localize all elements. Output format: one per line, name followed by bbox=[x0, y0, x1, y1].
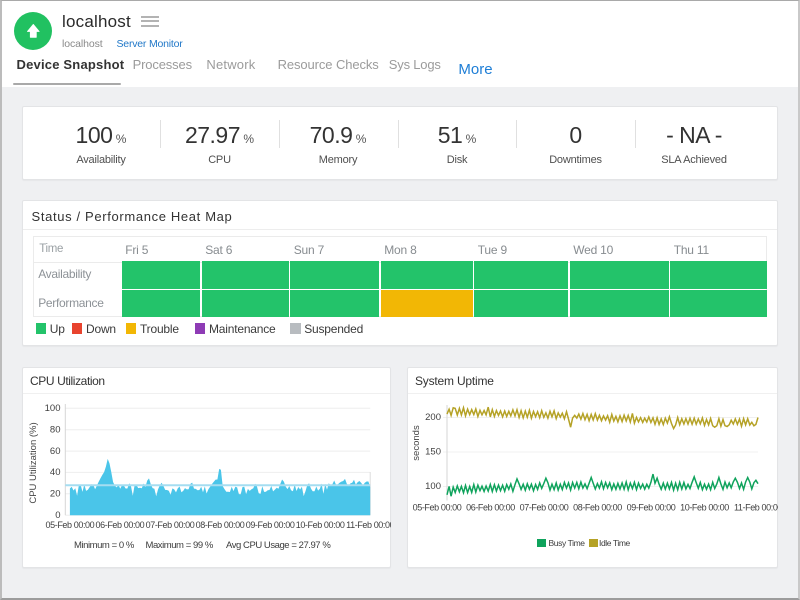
svg-text:100: 100 bbox=[44, 403, 60, 414]
svg-text:100: 100 bbox=[425, 481, 441, 492]
svg-text:09-Feb 00:00: 09-Feb 00:00 bbox=[245, 520, 294, 530]
svg-text:80: 80 bbox=[49, 425, 60, 436]
svg-text:09-Feb 00:00: 09-Feb 00:00 bbox=[627, 503, 676, 513]
svg-text:20: 20 bbox=[49, 489, 60, 500]
svg-text:60: 60 bbox=[49, 446, 60, 457]
svg-text:seconds: seconds bbox=[411, 425, 422, 461]
svg-text:10-Feb 00:00: 10-Feb 00:00 bbox=[295, 520, 344, 530]
svg-text:10-Feb 00:00: 10-Feb 00:00 bbox=[680, 503, 729, 513]
svg-text:08-Feb 00:00: 08-Feb 00:00 bbox=[195, 520, 244, 530]
svg-text:150: 150 bbox=[425, 447, 441, 458]
svg-text:07-Feb 00:00: 07-Feb 00:00 bbox=[145, 520, 194, 530]
svg-text:08-Feb 00:00: 08-Feb 00:00 bbox=[573, 503, 622, 513]
svg-text:40: 40 bbox=[49, 467, 60, 478]
svg-text:11-Feb 00:00: 11-Feb 00:00 bbox=[346, 520, 391, 530]
svg-text:06-Feb 00:00: 06-Feb 00:00 bbox=[466, 503, 515, 513]
svg-text:07-Feb 00:00: 07-Feb 00:00 bbox=[520, 503, 569, 513]
svg-text:CPU Utilization (%): CPU Utilization (%) bbox=[28, 422, 39, 503]
svg-text:06-Feb 00:00: 06-Feb 00:00 bbox=[95, 520, 144, 530]
svg-text:11-Feb 00:00: 11-Feb 00:00 bbox=[734, 503, 778, 513]
svg-text:05-Feb 00:00: 05-Feb 00:00 bbox=[413, 503, 462, 513]
svg-text:05-Feb 00:00: 05-Feb 00:00 bbox=[45, 520, 94, 530]
svg-text:200: 200 bbox=[425, 412, 441, 423]
